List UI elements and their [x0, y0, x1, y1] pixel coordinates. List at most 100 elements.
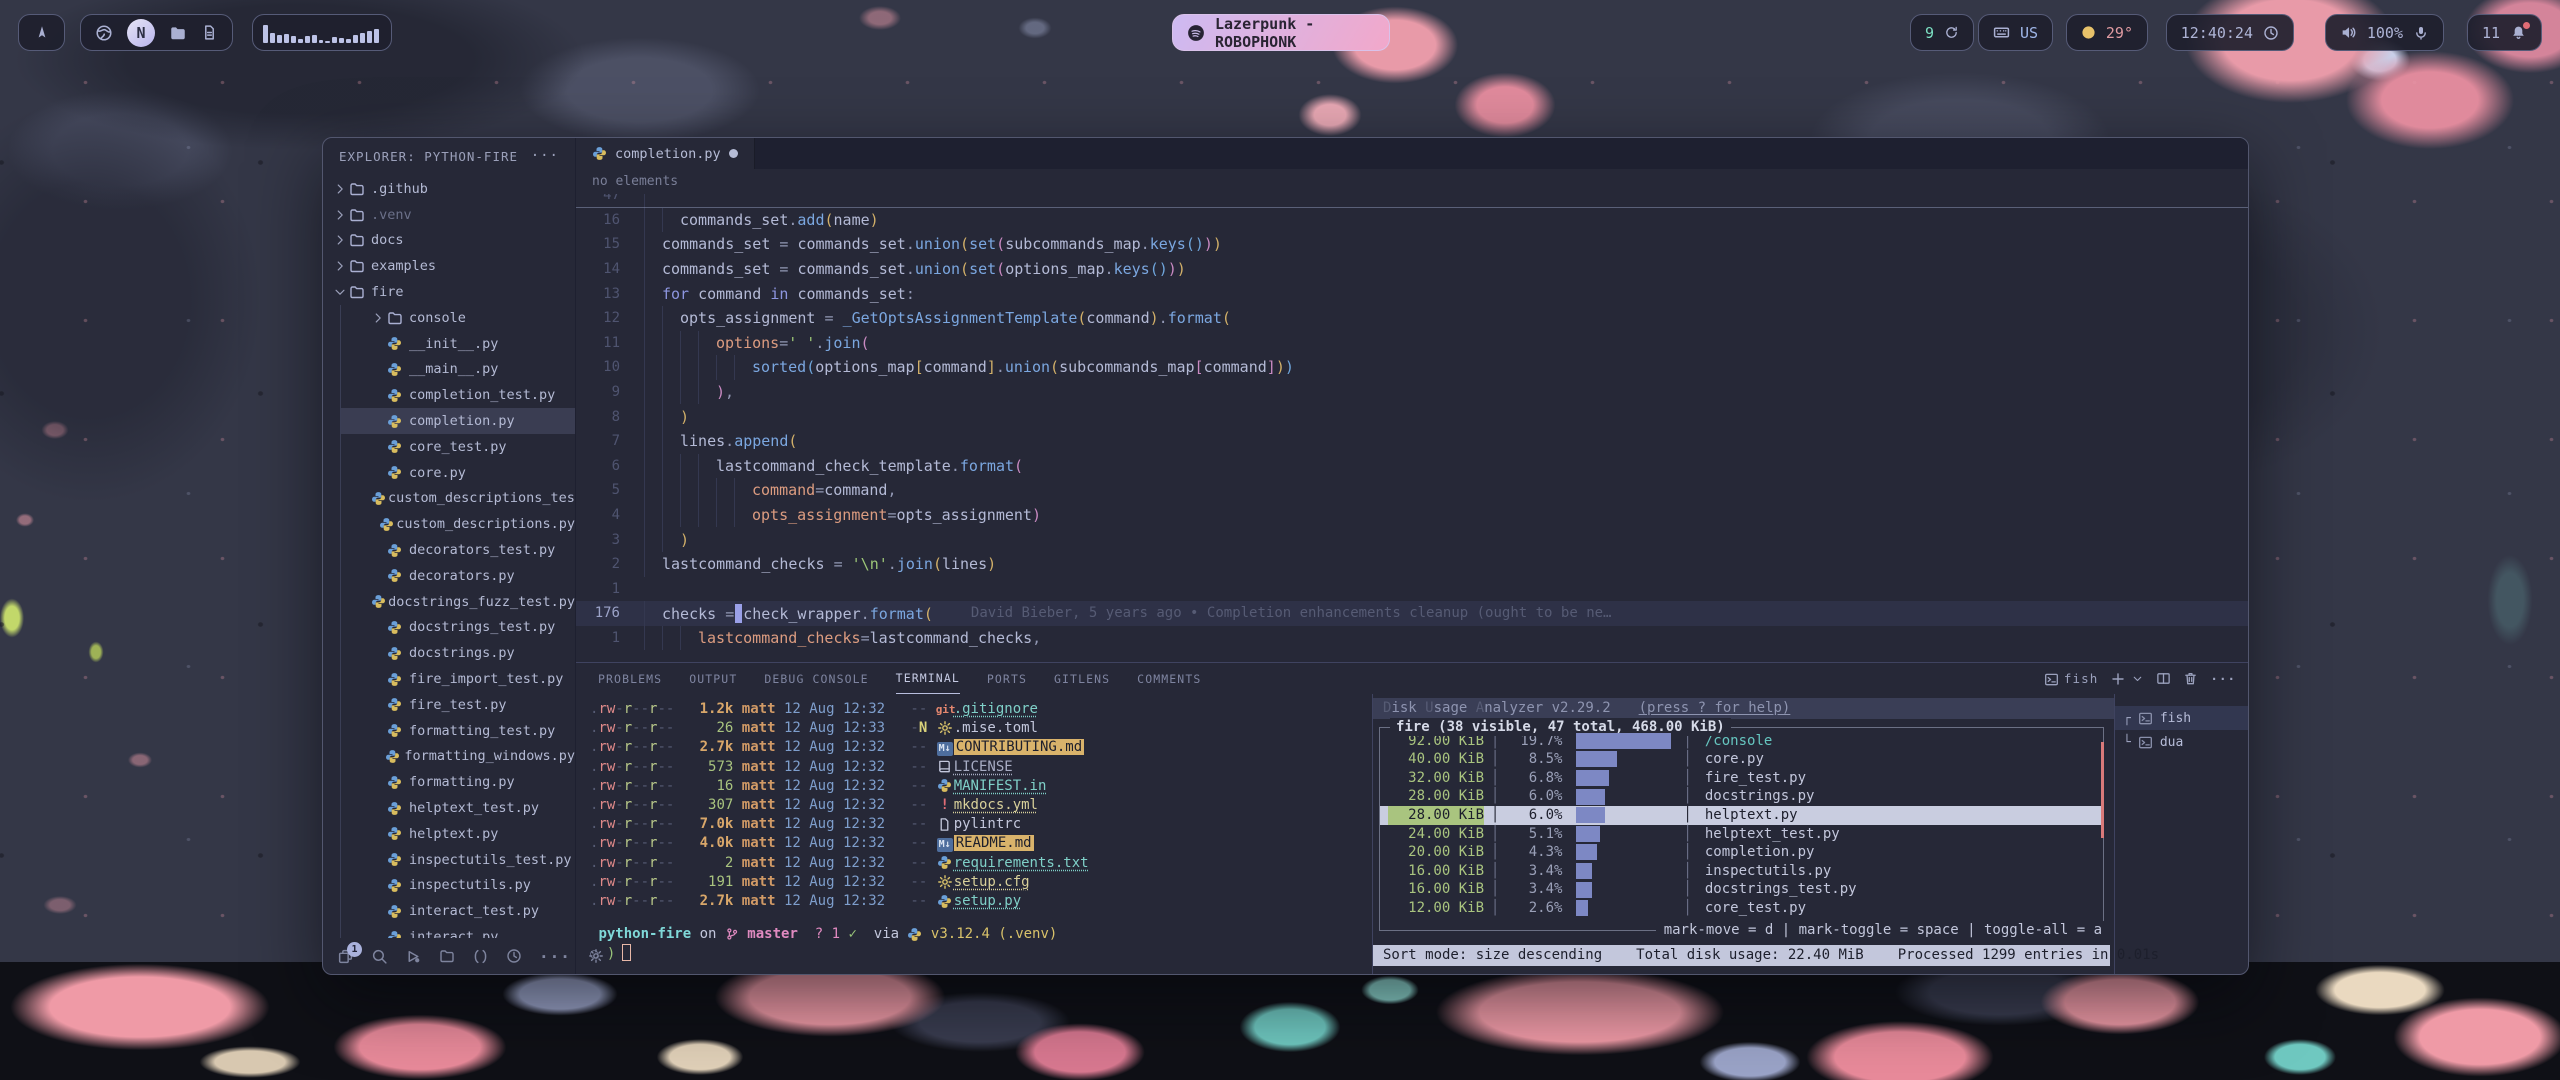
tree-item-__main__.py[interactable]: __main__.py	[340, 357, 575, 383]
dirty-indicator[interactable]	[729, 149, 738, 158]
tree-item-docs[interactable]: docs	[323, 228, 575, 254]
app-notes-icon[interactable]: N	[127, 19, 155, 47]
split-terminal-button[interactable]	[2156, 671, 2171, 686]
tree-item-formatting_test.py[interactable]: formatting_test.py	[340, 718, 575, 744]
media-widget[interactable]: Lazerpunk - ROBOPHONK	[1172, 14, 1390, 51]
code-line[interactable]: 1lastcommand_checks=lastcommand_checks,	[576, 626, 2248, 651]
dua-row[interactable]: 24.00 KiB│5.1%│helptext_test.py	[1380, 825, 2103, 844]
tree-item-inspectutils.py[interactable]: inspectutils.py	[340, 873, 575, 899]
tree-item-docstrings.py[interactable]: docstrings.py	[340, 640, 575, 666]
terminal-fish[interactable]: .rw-r--r-- 1.2k matt 12 Aug 12:32 -- git…	[576, 694, 1372, 974]
activity-search-icon[interactable]	[371, 948, 388, 965]
dua-row[interactable]: 32.00 KiB│6.8%│fire_test.py	[1380, 769, 2103, 788]
code-line[interactable]: 176checks =check_wrapper.format(David Bi…	[576, 601, 2248, 626]
tree-item-__init__.py[interactable]: __init__.py	[340, 331, 575, 357]
panel-tab-ports[interactable]: PORTS	[987, 663, 1027, 694]
terminal-dua[interactable]: Disk Usage Analyzer v2.29.2(press ? for …	[1372, 694, 2114, 974]
code-line[interactable]: 6lastcommand_check_template.format(	[576, 454, 2248, 479]
activity-gear-icon[interactable]	[588, 948, 604, 964]
code-line[interactable]: 14commands_set = commands_set.union(set(…	[576, 257, 2248, 282]
tree-item-interact.py[interactable]: interact.py	[340, 924, 575, 938]
panel-tab-debug-console[interactable]: DEBUG CONSOLE	[764, 663, 868, 694]
audio-widget[interactable]: 100%	[2325, 14, 2444, 51]
dua-row[interactable]: 28.00 KiB│6.0%│helptext.py	[1380, 806, 2103, 825]
audio-visualizer[interactable]	[252, 14, 392, 51]
panel-tab-problems[interactable]: PROBLEMS	[598, 663, 662, 694]
dua-row[interactable]: 20.00 KiB│4.3%│completion.py	[1380, 843, 2103, 862]
activity-braces-icon[interactable]	[472, 948, 489, 965]
tree-item-fire_test.py[interactable]: fire_test.py	[340, 692, 575, 718]
activity-dots-icon[interactable]: ···	[539, 947, 571, 966]
tree-item-custom_descriptions_test.…[interactable]: custom_descriptions_test.…	[340, 486, 575, 512]
tree-item-completion_test.py[interactable]: completion_test.py	[340, 382, 575, 408]
activity-files-icon[interactable]: 1	[337, 948, 354, 965]
tree-item-inspectutils_test.py[interactable]: inspectutils_test.py	[340, 847, 575, 873]
notifications-widget[interactable]: 11	[2467, 14, 2542, 51]
shell-prompt-input[interactable]: ○ )	[590, 944, 1372, 964]
code-line[interactable]: 11options=' '.join(	[576, 331, 2248, 356]
tree-item-core_test.py[interactable]: core_test.py	[340, 434, 575, 460]
panel-more-actions-button[interactable]: ···	[2210, 671, 2236, 686]
tree-item-core.py[interactable]: core.py	[340, 460, 575, 486]
tree-item-decorators_test.py[interactable]: decorators_test.py	[340, 537, 575, 563]
dua-row[interactable]: 16.00 KiB│3.4%│docstrings_test.py	[1380, 880, 2103, 899]
kill-terminal-button[interactable]	[2183, 671, 2198, 686]
dua-scrollbar[interactable]	[2101, 742, 2104, 838]
code-editor[interactable]: 47"""16commands_set.add(name)15commands_…	[576, 194, 2248, 662]
terminal-shell-selector[interactable]: fish	[2044, 671, 2099, 687]
panel-tab-output[interactable]: OUTPUT	[689, 663, 737, 694]
code-line[interactable]: 7lines.append(	[576, 429, 2248, 454]
panel-tab-gitlens[interactable]: GITLENS	[1054, 663, 1110, 694]
updates-widget[interactable]: 9	[1910, 14, 1974, 51]
code-line[interactable]: 13for command in commands_set:	[576, 281, 2248, 306]
tree-item-formatting.py[interactable]: formatting.py	[340, 769, 575, 795]
activity-clock-icon[interactable]	[506, 948, 522, 964]
tree-item-.venv[interactable]: .venv	[323, 202, 575, 228]
tab-completion-py[interactable]: completion.py	[576, 138, 755, 169]
dua-row[interactable]: 12.00 KiB│2.6%│core_test.py	[1380, 899, 2103, 918]
tree-item-docstrings_test.py[interactable]: docstrings_test.py	[340, 615, 575, 641]
app-browser-icon[interactable]	[95, 24, 113, 42]
code-line[interactable]: 8)	[576, 404, 2248, 429]
tree-item-custom_descriptions.py[interactable]: custom_descriptions.py	[340, 511, 575, 537]
tree-item-fire[interactable]: fire	[323, 279, 575, 305]
panel-tab-comments[interactable]: COMMENTS	[1137, 663, 1201, 694]
tree-item-completion.py[interactable]: completion.py	[340, 408, 575, 434]
activity-debug-icon[interactable]	[405, 948, 422, 965]
launcher-button[interactable]	[18, 14, 65, 51]
dua-row[interactable]: 40.00 KiB│8.5%│core.py	[1380, 750, 2103, 769]
weather-widget[interactable]: 29°	[2066, 14, 2148, 51]
tree-item-helptext_test.py[interactable]: helptext_test.py	[340, 795, 575, 821]
tree-item-.github[interactable]: .github	[323, 176, 575, 202]
explorer-more-actions-button[interactable]: ···	[531, 148, 559, 164]
tree-item-formatting_windows.py[interactable]: formatting_windows.py	[340, 744, 575, 770]
terminal-list-item-fish[interactable]: ┌fish	[2115, 706, 2248, 730]
code-line[interactable]: 15commands_set = commands_set.union(set(…	[576, 232, 2248, 257]
panel-tab-terminal[interactable]: TERMINAL	[896, 663, 960, 694]
code-line[interactable]: 9),	[576, 380, 2248, 405]
dua-row[interactable]: 16.00 KiB│3.4%│inspectutils.py	[1380, 862, 2103, 881]
app-files-icon[interactable]	[169, 24, 187, 42]
code-line[interactable]: 1	[576, 577, 2248, 602]
tree-item-examples[interactable]: examples	[323, 253, 575, 279]
tree-item-decorators.py[interactable]: decorators.py	[340, 563, 575, 589]
keyboard-layout-widget[interactable]: US	[1978, 14, 2053, 51]
code-line[interactable]: 3)	[576, 527, 2248, 552]
code-line[interactable]: 47"""	[576, 194, 2248, 208]
code-line[interactable]: 16commands_set.add(name)	[576, 208, 2248, 233]
clock-widget[interactable]: 12:40:24	[2166, 14, 2294, 51]
tree-item-interact_test.py[interactable]: interact_test.py	[340, 898, 575, 924]
new-terminal-button[interactable]	[2110, 671, 2144, 687]
code-line[interactable]: 5command=command,	[576, 478, 2248, 503]
terminal-list-item-dua[interactable]: └dua	[2115, 730, 2248, 754]
code-line[interactable]: 2lastcommand_checks = '\n'.join(lines)	[576, 552, 2248, 577]
code-line[interactable]: 10sorted(options_map[command].union(subc…	[576, 355, 2248, 380]
code-line[interactable]: 12opts_assignment = _GetOptsAssignmentTe…	[576, 306, 2248, 331]
tree-item-fire_import_test.py[interactable]: fire_import_test.py	[340, 666, 575, 692]
tree-item-docstrings_fuzz_test.py[interactable]: docstrings_fuzz_test.py	[340, 589, 575, 615]
dua-row[interactable]: 28.00 KiB│6.0%│docstrings.py	[1380, 787, 2103, 806]
tree-item-helptext.py[interactable]: helptext.py	[340, 821, 575, 847]
breadcrumb[interactable]: no elements	[576, 169, 2248, 194]
app-document-icon[interactable]	[201, 24, 218, 41]
tree-item-console[interactable]: console	[340, 305, 575, 331]
